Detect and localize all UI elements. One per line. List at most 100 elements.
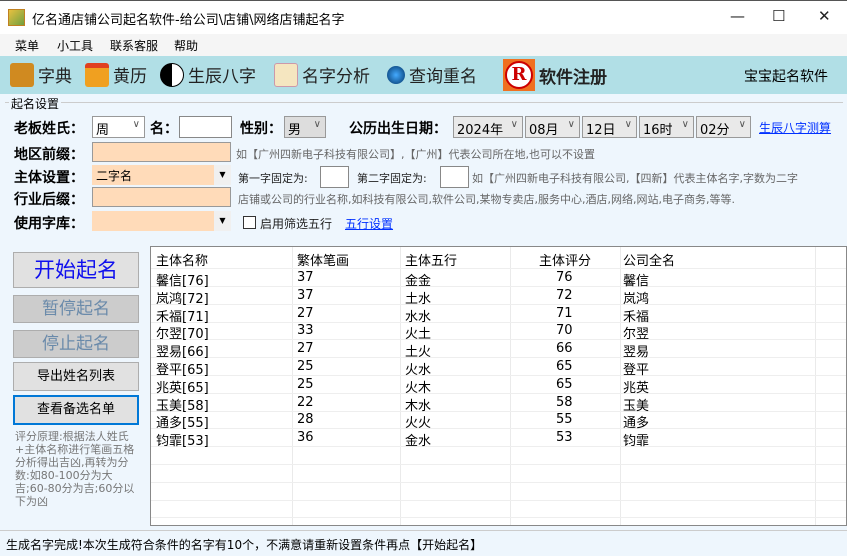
table-cell: 76 — [556, 270, 573, 285]
table-row[interactable]: 玉美[58] 22 木水 58 玉美 — [151, 394, 846, 414]
menu-tools[interactable]: 小工具 — [57, 37, 93, 54]
table-row[interactable]: 馨信[76] 37 金金 76 馨信 — [151, 269, 846, 289]
view-candidates-button[interactable]: 查看备选名单 — [13, 395, 139, 425]
month-select[interactable]: 08月 ∨ — [525, 116, 580, 138]
toolbar-duplicate-check[interactable]: 查询重名 — [387, 62, 477, 87]
chevron-down-icon: ∨ — [313, 119, 321, 130]
surname-select[interactable]: 周 ∨ — [92, 116, 145, 138]
pause-naming-button[interactable]: 暂停起名 — [13, 295, 139, 323]
given-name-input[interactable] — [179, 116, 232, 138]
menu-main[interactable]: 菜单 — [15, 37, 39, 54]
wuxing-check-label: 启用筛选五行 — [260, 217, 333, 231]
table-cell: 72 — [556, 287, 573, 303]
column-header[interactable]: 主体五行 — [405, 250, 457, 269]
empty-row — [151, 500, 846, 519]
baby-naming-label[interactable]: 宝宝起名软件 — [744, 66, 828, 86]
chevron-down-icon: ∨ — [624, 119, 632, 130]
table-header[interactable]: 主体名称 繁体笔画 主体五行 主体评分 公司全名 — [151, 249, 846, 269]
toolbar-dictionary[interactable]: 字典 — [10, 62, 72, 87]
region-hint: 如【广州四新电子科技有限公司】,【广州】代表公司所在地,也可以不设置 — [236, 148, 595, 161]
export-names-button[interactable]: 导出姓名列表 — [13, 362, 139, 391]
table-row[interactable]: 禾福[71] 27 水水 71 禾福 — [151, 305, 846, 325]
table-cell: 70 — [556, 323, 573, 339]
table-row[interactable]: 通多[55] 28 火火 55 通多 — [151, 411, 846, 431]
gender-select[interactable]: 男 ∨ — [284, 116, 326, 138]
hour-select[interactable]: 16时 ∨ — [639, 116, 694, 138]
column-header[interactable]: 主体评分 — [539, 250, 591, 269]
wuxing-settings-link[interactable]: 五行设置 — [345, 215, 393, 232]
region-input[interactable] — [92, 142, 231, 162]
gender-value: 男 — [288, 123, 302, 138]
magnifier-icon — [387, 65, 405, 84]
maximize-button[interactable]: ☐ — [772, 7, 785, 25]
close-button[interactable]: ✕ — [818, 7, 831, 25]
dropdown-arrow-icon: ▼ — [214, 165, 231, 185]
day-select[interactable]: 12日 ∨ — [582, 116, 637, 138]
table-cell: 55 — [556, 412, 573, 428]
day-value: 12日 — [586, 123, 616, 138]
book-icon — [10, 62, 34, 87]
toolbar-name-analysis[interactable]: 名字分析 — [274, 62, 370, 87]
status-bar: 生成名字完成!本次生成符合条件的名字有10个，不满意请重新设置条件再点【开始起名… — [0, 530, 847, 556]
empty-row — [151, 483, 846, 501]
bazi-link[interactable]: 生辰八字测算 — [759, 119, 831, 136]
table-cell: 28 — [297, 412, 314, 428]
menu-support[interactable]: 联系客服 — [110, 37, 158, 54]
table-row[interactable]: 翌易[66] 27 土火 66 翌易 — [151, 340, 846, 360]
table-cell: 37 — [297, 287, 314, 303]
table-row[interactable]: 尔翌[70] 33 火土 70 尔翌 — [151, 322, 846, 342]
given-label: 名： — [150, 121, 178, 137]
notepad-icon — [274, 62, 298, 87]
table-row[interactable]: 岚鸿[72] 37 土水 72 岚鸿 — [151, 287, 846, 307]
chevron-down-icon: ∨ — [567, 119, 575, 130]
scoring-note: 评分原理:根据法人姓氏+主体名称进行笔画五格分析得出吉凶,再转为分数:如80-1… — [15, 430, 135, 508]
table-cell: 22 — [297, 394, 314, 410]
table-cell: 65 — [556, 376, 573, 392]
table-cell: 33 — [297, 323, 314, 339]
gender-label: 性别： — [240, 121, 282, 137]
subject-select[interactable]: 二字名 ▼ — [92, 165, 231, 185]
second-fixed-input[interactable] — [440, 166, 469, 188]
table-cell: 37 — [297, 270, 314, 285]
start-naming-button[interactable]: 开始起名 — [13, 252, 139, 288]
status-text: 生成名字完成!本次生成符合条件的名字有10个，不满意请重新设置条件再点【开始起名… — [6, 538, 483, 552]
menu-bar: 菜单 小工具 联系客服 帮助 — [0, 34, 847, 56]
table-row[interactable]: 登平[65] 25 火水 65 登平 — [151, 358, 846, 378]
column-header[interactable]: 主体名称 — [156, 250, 208, 269]
app-icon — [8, 9, 25, 26]
table-cell: 25 — [297, 359, 314, 374]
first-fixed-input[interactable] — [320, 166, 349, 188]
results-table[interactable]: 主体名称 繁体笔画 主体五行 主体评分 公司全名 馨信[76] 37 金金 76 馨信 岚鸿[72]… — [150, 246, 847, 526]
toolbar-label: 名字分析 — [302, 67, 370, 87]
minute-select[interactable]: 02分 ∨ — [696, 116, 751, 138]
library-select[interactable]: ▼ — [92, 211, 231, 231]
toolbar-label: 字典 — [38, 67, 72, 87]
table-row[interactable]: 兆英[65] 25 火木 65 兆英 — [151, 376, 846, 396]
table-cell: 58 — [556, 394, 573, 410]
toolbar-register[interactable]: R 软件注册 — [503, 59, 607, 91]
library-label: 使用字库： — [14, 216, 84, 232]
industry-input[interactable] — [92, 187, 231, 207]
toolbar-almanac[interactable]: 黄历 — [85, 62, 147, 87]
toolbar-bazi[interactable]: 生辰八字 — [160, 62, 256, 87]
minimize-button[interactable]: — — [730, 7, 745, 25]
subject-value: 二字名 — [96, 169, 133, 183]
table-row[interactable]: 钧霏[53] 36 金水 53 钧霏 — [151, 429, 846, 449]
table-cell: 27 — [297, 305, 314, 321]
table-cell: 66 — [556, 341, 573, 357]
table-cell: 53 — [556, 430, 573, 446]
year-select[interactable]: 2024年 ∨ — [453, 116, 523, 138]
column-header[interactable]: 公司全名 — [623, 250, 675, 269]
chevron-down-icon: ∨ — [510, 119, 518, 130]
wuxing-checkbox[interactable] — [243, 216, 256, 229]
menu-help[interactable]: 帮助 — [174, 37, 198, 54]
second-fixed-label: 第二字固定为: — [357, 172, 427, 185]
column-header[interactable]: 繁体笔画 — [297, 250, 349, 269]
stop-naming-button[interactable]: 停止起名 — [13, 330, 139, 358]
toolbar-label: 软件注册 — [539, 67, 607, 88]
month-value: 08月 — [529, 123, 559, 138]
industry-hint: 店铺或公司的行业名称,如科技有限公司,软件公司,某物专卖店,服务中心,酒店,网络… — [238, 193, 735, 206]
table-cell: 25 — [297, 376, 314, 392]
surname-value: 周 — [96, 123, 110, 138]
industry-label: 行业后缀： — [14, 192, 84, 208]
